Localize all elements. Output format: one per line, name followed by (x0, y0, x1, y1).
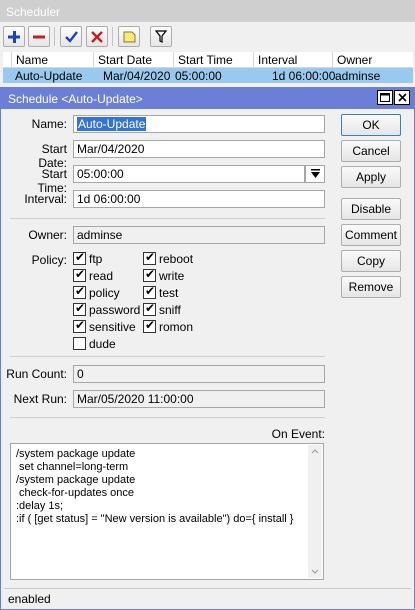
policy-reboot-checkbox[interactable] (143, 250, 156, 265)
policy-read-label: read (89, 269, 114, 283)
interval-label: Interval: (24, 192, 67, 206)
policy-test-checkbox[interactable] (143, 284, 156, 299)
policy-policy-label: policy (89, 286, 120, 300)
script-line: /system package update (16, 474, 136, 486)
start-time-input[interactable]: 05:00:00 (73, 165, 305, 183)
next-run-label: Next Run: (13, 392, 67, 406)
policy-write-label: write (159, 269, 185, 283)
policy-ftp-label: ftp (89, 252, 103, 266)
plus-icon (8, 30, 20, 43)
on-event-textarea[interactable]: /system package update set channel=long-… (10, 443, 324, 580)
toolbar (0, 22, 415, 52)
disable-button[interactable] (86, 26, 108, 47)
start-time-label: Start Time: (37, 167, 67, 195)
close-button[interactable] (394, 90, 410, 105)
policy-label: Policy: (31, 253, 67, 267)
enable-button[interactable] (60, 26, 82, 47)
status-bar: enabled (4, 588, 411, 608)
script-line: /system package update (16, 448, 136, 460)
policy-sensitive-checkbox[interactable] (73, 318, 86, 333)
filter-icon (155, 30, 167, 43)
policy-dude-checkbox[interactable] (73, 337, 86, 350)
owner-label: Owner: (28, 228, 67, 242)
maximize-icon (380, 93, 390, 102)
policy-sniff-label: sniff (159, 303, 181, 317)
start-date-input[interactable]: Mar/04/2020 (73, 140, 325, 158)
script-line: set channel=long-term (16, 461, 129, 473)
apply-button[interactable]: Apply (341, 166, 401, 188)
column-header-owner[interactable]: Owner (332, 52, 413, 68)
close-icon (397, 93, 407, 102)
policy-read-checkbox[interactable] (73, 267, 86, 282)
run-count-field: 0 (73, 365, 325, 383)
window-title: Scheduler (0, 0, 415, 22)
run-count-label: Run Count: (6, 367, 67, 381)
policy-romon-label: romon (159, 320, 194, 334)
table-row[interactable]: Auto-Update Mar/04/2020 05:00:00 1d 06:0… (3, 68, 413, 83)
comment-button[interactable] (118, 26, 140, 47)
add-button[interactable] (3, 26, 25, 47)
policy-password-label: password (89, 303, 141, 317)
name-input[interactable]: Auto-Update (73, 115, 325, 133)
cell-start-date: Mar/04/2020 (103, 69, 171, 83)
cell-start-time: 05:00:00 (175, 69, 222, 83)
policy-test-label: test (159, 286, 179, 300)
script-line: check-for-updates once (16, 487, 135, 499)
disable-button[interactable]: Disable (341, 198, 401, 220)
remove-button[interactable]: Remove (341, 276, 401, 298)
cell-owner: adminse (335, 69, 381, 83)
start-date-label: Start Date: (38, 142, 67, 170)
next-run-field: Mar/05/2020 11:00:00 (73, 390, 325, 408)
interval-input[interactable]: 1d 06:00:00 (73, 190, 325, 208)
policy-reboot-label: reboot (159, 252, 194, 266)
policy-sensitive-label: sensitive (89, 320, 136, 334)
policy-dude-label: dude (89, 337, 116, 351)
owner-field: adminse (73, 226, 325, 244)
scroll-arrows-icon (311, 449, 319, 574)
dialog-title: Schedule <Auto-Update> (1, 88, 414, 109)
cell-interval: 1d 06:00:00 (272, 69, 336, 83)
start-time-dropdown[interactable] (305, 165, 325, 183)
remove-button[interactable] (28, 26, 50, 47)
x-icon (91, 30, 103, 43)
ok-button[interactable]: OK (341, 114, 401, 136)
policy-ftp-checkbox[interactable] (73, 250, 86, 265)
note-icon (123, 31, 136, 42)
cancel-button[interactable]: Cancel (341, 140, 401, 162)
chevron-down-icon (310, 169, 320, 178)
policy-romon-checkbox[interactable] (143, 318, 156, 333)
check-icon (64, 30, 78, 43)
policy-sniff-checkbox[interactable] (143, 301, 156, 316)
policy-password-checkbox[interactable] (73, 301, 86, 316)
comment-button[interactable]: Comment (341, 224, 401, 246)
cell-name: Auto-Update (15, 69, 83, 83)
on-event-label: On Event: (271, 427, 325, 441)
policy-policy-checkbox[interactable] (73, 284, 86, 299)
column-header-start-time[interactable]: Start Time (173, 52, 253, 68)
minus-icon (33, 35, 45, 38)
copy-button[interactable]: Copy (341, 250, 401, 272)
script-line: :delay 1s; (16, 500, 64, 512)
vertical-scrollbar[interactable] (308, 445, 322, 578)
column-header-name[interactable]: Name (11, 52, 93, 68)
column-header-start-date[interactable]: Start Date (93, 52, 173, 68)
column-header-interval[interactable]: Interval (253, 52, 332, 68)
name-label: Name: (31, 117, 67, 131)
script-line: :if ( [get status] = "New version is ava… (16, 513, 294, 525)
filter-button[interactable] (150, 26, 172, 47)
table-header: Name Start Date Start Time Interval Owne… (3, 52, 413, 68)
maximize-button[interactable] (377, 90, 393, 105)
policy-write-checkbox[interactable] (143, 267, 156, 282)
